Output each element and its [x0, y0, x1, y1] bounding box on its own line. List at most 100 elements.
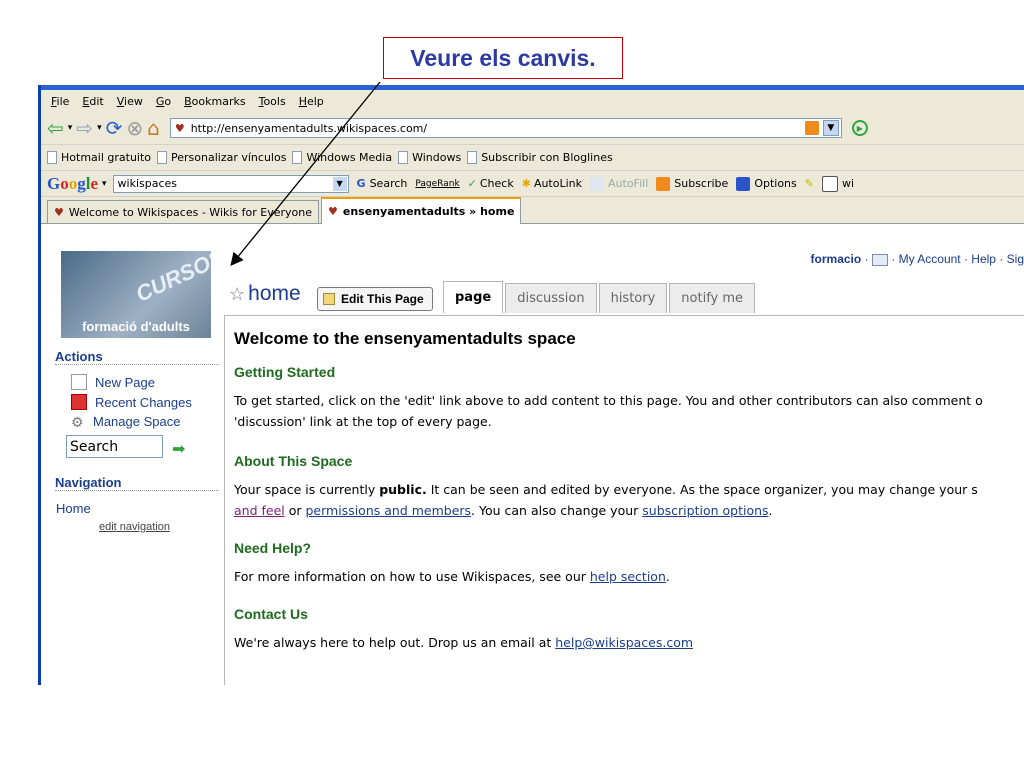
space-logo[interactable]: CURSOS formació d'adults	[61, 251, 211, 338]
rss-feed-icon[interactable]	[804, 121, 819, 135]
about-text: or	[284, 503, 306, 518]
tab-discussion[interactable]: discussion	[505, 283, 597, 313]
site-favicon-icon: ♥	[174, 121, 185, 135]
bookmark-item[interactable]: Windows	[398, 151, 461, 164]
google-menu-dropdown-icon[interactable]: ▾	[102, 179, 107, 189]
menu-go[interactable]: Go	[156, 95, 171, 108]
autofill-label: AutoFill	[608, 177, 649, 190]
tab-history[interactable]: history	[598, 283, 668, 313]
browser-window: File Edit View Go Bookmarks Tools Help ⇦…	[38, 85, 1024, 685]
google-logo[interactable]: Google	[47, 174, 98, 194]
google-search-button[interactable]: G Search	[357, 177, 408, 190]
google-search-label: Search	[369, 177, 408, 190]
user-bar: formacio · · My Account · Help · Sig	[810, 252, 1024, 266]
tab-page[interactable]: page	[443, 281, 504, 313]
menu-bookmarks[interactable]: Bookmarks	[184, 95, 245, 108]
google-search-value: wikispaces	[117, 177, 178, 190]
manage-space-link[interactable]: ⚙ Manage Space	[71, 414, 180, 429]
page-title-text: home	[248, 282, 301, 305]
check-icon: ✓	[467, 177, 477, 190]
permissions-link[interactable]: permissions and members	[305, 503, 471, 518]
edit-this-page-button[interactable]: Edit This Page	[317, 287, 433, 311]
help-link[interactable]: Help	[971, 252, 996, 266]
edit-button-label: Edit This Page	[341, 292, 424, 306]
new-page-link[interactable]: New Page	[71, 374, 155, 390]
options-button[interactable]: Options	[736, 176, 797, 191]
need-help-heading: Need Help?	[234, 540, 312, 556]
subscribe-button[interactable]: Subscribe	[656, 176, 728, 191]
contact-heading: Contact Us	[234, 606, 308, 622]
pagerank-indicator[interactable]: PageRank	[415, 179, 459, 189]
subscription-options-link[interactable]: subscription options	[642, 503, 768, 518]
calendar-icon	[71, 394, 87, 410]
sign-link[interactable]: Sig	[1007, 252, 1024, 266]
go-button-icon[interactable]: ▶	[851, 120, 868, 136]
about-text-line2: and feel or permissions and members. You…	[234, 500, 773, 521]
page-icon	[398, 151, 409, 164]
page-icon	[467, 151, 478, 164]
mail-icon[interactable]	[871, 253, 888, 266]
bookmark-item[interactable]: Windows Media	[292, 151, 392, 164]
search-placeholder: Search	[70, 438, 119, 455]
wiki-content: formacio · · My Account · Help · Sig ☆ h…	[224, 246, 1024, 685]
wiki-sidebar: CURSOS formació d'adults Actions New Pag…	[41, 246, 224, 685]
autofill-button[interactable]: AutoFill	[590, 176, 649, 191]
bookmark-label: Subscribir con Bloglines	[481, 151, 613, 164]
my-account-link[interactable]: My Account	[899, 252, 961, 266]
highlight-button[interactable]: ✎	[805, 177, 814, 190]
logo-scribble: CURSOS	[131, 251, 211, 307]
google-g-icon: G	[356, 177, 366, 190]
contact-email-link[interactable]: help@wikispaces.com	[555, 635, 693, 650]
back-dropdown-icon[interactable]: ▾	[68, 123, 73, 133]
navigation-heading: Navigation	[55, 475, 219, 491]
page-icon	[47, 151, 57, 164]
highlighter-icon: ✎	[804, 177, 814, 190]
reload-icon[interactable]: ⟳	[106, 116, 123, 140]
nav-home-link[interactable]: Home	[56, 501, 91, 516]
menu-help[interactable]: Help	[299, 95, 324, 108]
menu-edit[interactable]: Edit	[82, 95, 103, 108]
google-search-input[interactable]: wikispaces ▼	[112, 174, 349, 193]
actions-heading: Actions	[55, 349, 219, 365]
home-icon[interactable]: ⌂	[147, 116, 160, 140]
url-bar[interactable]: ♥ http://ensenyamentadults.wikispaces.co…	[169, 118, 842, 138]
forward-arrow-icon[interactable]: ⇨	[76, 116, 93, 140]
sidebar-search-input[interactable]: Search	[66, 435, 163, 458]
autolink-label: AutoLink	[533, 177, 583, 190]
bookmark-item[interactable]: Subscribir con Bloglines	[467, 151, 613, 164]
page-tabs: page discussion history notify me	[443, 281, 757, 313]
contact-text: We're always here to help out. Drop us a…	[234, 632, 693, 653]
autolink-icon: ✱	[521, 177, 531, 190]
tab-label: ensenyamentadults » home	[342, 205, 515, 218]
look-and-feel-link[interactable]: and feel	[234, 503, 285, 518]
gear-icon: ⚙	[71, 413, 84, 430]
bookmark-item[interactable]: Personalizar vínculos	[157, 151, 286, 164]
wi-button[interactable]: wi	[821, 175, 854, 192]
forward-dropdown-icon[interactable]: ▾	[97, 123, 102, 133]
stop-icon[interactable]: ⊗	[126, 116, 143, 140]
options-label: Options	[754, 177, 797, 190]
bookmark-item[interactable]: Hotmail gratuito	[47, 151, 151, 164]
username-link[interactable]: formacio	[811, 252, 862, 266]
tab-wikispaces-welcome[interactable]: ♥ Welcome to Wikispaces - Wikis for Every…	[47, 200, 320, 223]
logo-text: formació d'adults	[82, 319, 190, 334]
tab-ensenyamentadults-home[interactable]: ♥ ensenyamentadults » home	[321, 197, 522, 224]
search-go-arrow-icon[interactable]: ➡	[172, 439, 185, 459]
tab-notify-me[interactable]: notify me	[669, 283, 756, 313]
menu-tools[interactable]: Tools	[259, 95, 286, 108]
star-icon[interactable]: ☆	[229, 284, 245, 305]
help-section-link[interactable]: help section	[590, 569, 666, 584]
spell-check-button[interactable]: ✓ Check	[468, 177, 514, 190]
menu-view[interactable]: View	[117, 95, 143, 108]
autofill-icon	[590, 176, 605, 191]
bookmarks-toolbar: Hotmail gratuito Personalizar vínculos W…	[41, 145, 1024, 171]
url-dropdown-icon[interactable]: ▼	[822, 120, 839, 136]
google-search-dropdown-icon[interactable]: ▼	[332, 176, 347, 191]
autolink-button[interactable]: ✱ AutoLink	[522, 177, 582, 190]
back-arrow-icon[interactable]: ⇦	[47, 116, 64, 140]
page-icon	[292, 151, 303, 164]
edit-navigation-link[interactable]: edit navigation	[99, 521, 170, 533]
recent-changes-link[interactable]: Recent Changes	[71, 394, 192, 410]
menu-file[interactable]: File	[51, 95, 69, 108]
menu-bar: File Edit View Go Bookmarks Tools Help	[41, 90, 1024, 112]
